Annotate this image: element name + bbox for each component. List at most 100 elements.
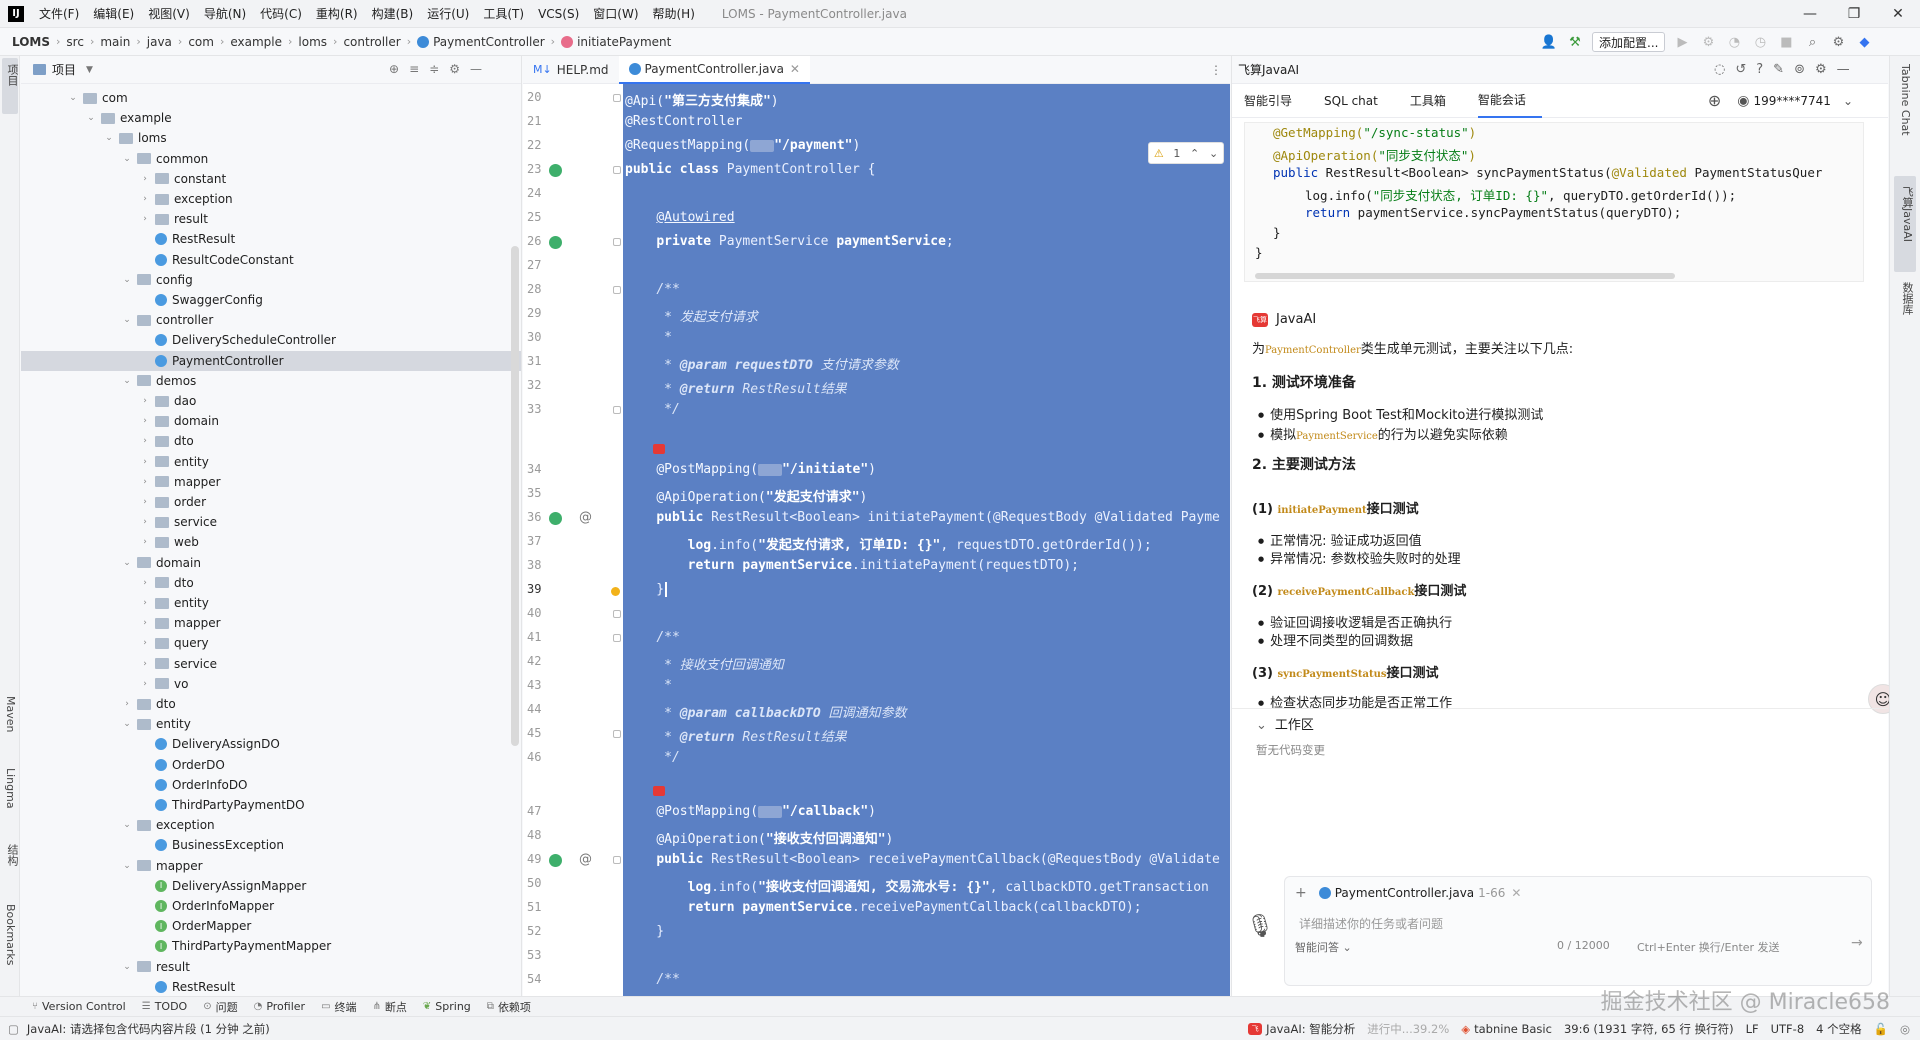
coverage-icon[interactable]: ◔ — [1725, 33, 1743, 51]
fold-marker-icon[interactable] — [613, 238, 621, 246]
add-icon[interactable]: ⊕ — [1708, 91, 1721, 110]
indent-setting[interactable]: 4 个空格 — [1816, 1021, 1861, 1037]
microphone-icon[interactable]: 🎙 — [1246, 914, 1274, 939]
settings-gear-icon[interactable]: ⚙ — [1829, 33, 1847, 51]
fold-marker-icon[interactable] — [613, 730, 621, 738]
tree-item[interactable]: ⌄ controller — [121, 310, 213, 330]
crumb-java[interactable]: java — [147, 35, 172, 49]
tabnine-status[interactable]: tabnine Basic — [1474, 1022, 1552, 1036]
chevron-right-icon[interactable]: › — [139, 457, 151, 467]
tree-item[interactable]: I ThirdPartyPaymentMapper — [155, 936, 331, 956]
problems-tab[interactable]: ⊙ 问题 — [203, 999, 237, 1015]
chevron-down-icon[interactable]: ⌄ — [121, 558, 133, 568]
chevron-right-icon[interactable]: › — [139, 618, 151, 628]
menu-edit[interactable]: 编辑(E) — [86, 5, 141, 22]
chevron-right-icon[interactable]: › — [139, 638, 151, 648]
tree-item[interactable]: ResultCodeConstant — [155, 250, 294, 270]
tab-help-md[interactable]: M↓ HELP.md — [523, 56, 619, 84]
menu-vcs[interactable]: VCS(S) — [531, 7, 586, 21]
menu-code[interactable]: 代码(C) — [253, 5, 309, 22]
terminal-tab[interactable]: ▭ 终端 — [321, 999, 356, 1015]
crumb-class[interactable]: PaymentController — [433, 35, 545, 49]
mapping-icon[interactable]: @ — [579, 510, 592, 525]
debug-icon[interactable]: ⚙ — [1699, 33, 1717, 51]
tree-item[interactable]: ThirdPartyPaymentDO — [155, 795, 305, 815]
menu-window[interactable]: 窗口(W) — [586, 5, 645, 22]
chevron-down-icon[interactable]: ⌄ — [1843, 94, 1853, 108]
project-panel-title[interactable]: 项目 — [52, 61, 76, 78]
expand-all-icon[interactable]: ≡ — [409, 62, 419, 76]
maven-tool-tab[interactable]: Maven — [4, 696, 17, 732]
menu-refactor[interactable]: 重构(R) — [309, 5, 365, 22]
fold-marker-icon[interactable] — [613, 634, 621, 642]
lock-icon[interactable]: 🔓 — [1874, 1022, 1888, 1036]
tree-item[interactable]: I DeliveryAssignMapper — [155, 876, 306, 896]
tree-item[interactable]: ⌄ config — [121, 270, 193, 290]
tree-item[interactable]: › exception — [139, 189, 232, 209]
tree-item[interactable]: ⌄ example — [85, 108, 171, 128]
search-icon[interactable]: ⌕ — [1803, 33, 1821, 51]
tree-item[interactable]: › query — [139, 633, 208, 653]
tree-item[interactable]: ⌄ common — [121, 149, 208, 169]
hide-panel-icon[interactable]: — — [470, 62, 482, 76]
tree-item[interactable]: ⌄ loms — [103, 128, 166, 148]
options-gear-icon[interactable]: ⚙ — [449, 62, 460, 76]
ai-status[interactable]: JavaAI: 智能分析 — [1266, 1021, 1355, 1037]
chevron-right-icon[interactable]: › — [139, 517, 151, 527]
tree-item[interactable]: › order — [139, 492, 206, 512]
spring-bean-icon[interactable] — [549, 854, 562, 867]
inspection-widget[interactable]: ⚠ 1 ⌃ ⌄ — [1148, 142, 1224, 164]
fold-marker-icon[interactable] — [613, 286, 621, 294]
dependencies-tab[interactable]: ⧉ 依赖项 — [487, 999, 531, 1015]
tree-item[interactable]: DeliveryAssignDO — [155, 734, 280, 754]
settings-icon[interactable]: ⊚ — [1794, 62, 1805, 77]
javaai-marker-icon[interactable] — [653, 444, 665, 454]
tab-smart-chat[interactable]: 智能会话 — [1477, 84, 1542, 118]
chevron-right-icon[interactable]: › — [139, 598, 151, 608]
spring-bean-icon[interactable] — [549, 236, 562, 249]
tree-item[interactable]: BusinessException — [155, 835, 284, 855]
chevron-right-icon[interactable]: › — [139, 477, 151, 487]
chevron-down-icon[interactable]: ⌄ — [121, 315, 133, 325]
menu-navigate[interactable]: 导航(N) — [197, 5, 253, 22]
run-icon[interactable]: ▶ — [1673, 33, 1691, 51]
context-file[interactable]: PaymentController.java — [1335, 886, 1474, 900]
tree-item[interactable]: › entity — [139, 593, 209, 613]
close-icon[interactable]: ✕ — [1876, 0, 1920, 28]
profiler-tab[interactable]: ◔ Profiler — [254, 1000, 305, 1013]
chevron-right-icon[interactable]: › — [139, 416, 151, 426]
project-tool-tab[interactable]: 项目 — [4, 64, 20, 86]
help-icon[interactable]: ? — [1756, 62, 1763, 77]
notifications-icon[interactable]: ◎ — [1900, 1022, 1910, 1036]
close-tab-icon[interactable]: ✕ — [790, 62, 800, 76]
tree-item[interactable]: › dto — [121, 694, 175, 714]
minimize-icon[interactable]: — — [1788, 0, 1832, 28]
ide-logo-icon[interactable]: ◆ — [1855, 33, 1873, 51]
tree-item[interactable]: ⌄ com — [67, 88, 127, 108]
build-hammer-icon[interactable]: ⚒ — [1566, 33, 1584, 51]
tree-item[interactable]: › dto — [139, 431, 193, 451]
lingma-tool-tab[interactable]: Lingma — [4, 768, 17, 809]
tree-item[interactable]: SwaggerConfig — [155, 290, 263, 310]
tree-item[interactable]: › entity — [139, 452, 209, 472]
menu-run[interactable]: 运行(U) — [420, 5, 476, 22]
chevron-right-icon[interactable]: › — [139, 659, 151, 669]
fold-marker-icon[interactable] — [613, 856, 621, 864]
spring-tab[interactable]: ❦ Spring — [423, 1000, 471, 1013]
tab-sql-chat[interactable]: SQL chat — [1324, 84, 1394, 118]
tree-item[interactable]: PaymentController — [21, 350, 521, 371]
chevron-down-icon[interactable]: ⌄ — [121, 154, 133, 164]
chevron-down-icon[interactable]: ⌄ — [121, 861, 133, 871]
tabnine-chat-tab[interactable]: Tabnine Chat — [1899, 64, 1912, 136]
mode-select[interactable]: 智能问答 ⌄ — [1295, 939, 1352, 955]
chevron-down-icon[interactable]: ⌄ — [67, 93, 79, 103]
history-icon[interactable]: ↺ — [1735, 62, 1746, 77]
javaai-marker-icon[interactable] — [653, 786, 665, 796]
add-context-icon[interactable]: + — [1295, 885, 1307, 901]
collapse-all-icon[interactable]: ≑ — [429, 62, 439, 76]
tree-item[interactable]: ⌄ mapper — [121, 856, 202, 876]
chevron-right-icon[interactable]: › — [139, 436, 151, 446]
file-encoding[interactable]: UTF-8 — [1771, 1022, 1805, 1036]
new-chat-icon[interactable]: ◌ — [1714, 62, 1725, 77]
spring-bean-icon[interactable] — [549, 164, 562, 177]
